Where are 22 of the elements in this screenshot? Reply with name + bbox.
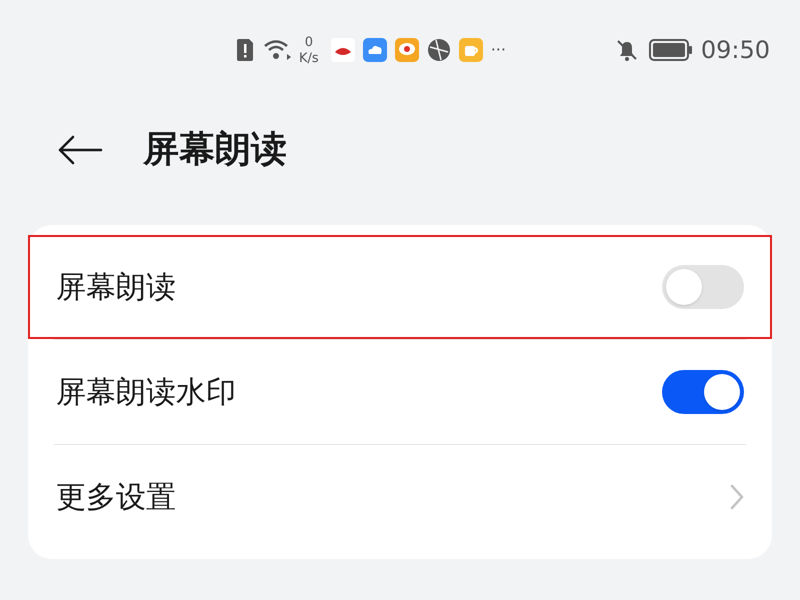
- bell-off-icon: [614, 38, 639, 62]
- setting-label: 更多设置: [56, 478, 176, 516]
- wifi-icon: [263, 38, 293, 62]
- cup-app-icon: [458, 38, 483, 62]
- sim-alert-icon: [235, 38, 255, 62]
- setting-row[interactable]: 更多设置: [28, 445, 772, 549]
- setting-label: 屏幕朗读: [56, 268, 176, 306]
- battery-icon: [648, 39, 693, 61]
- chevron-right-icon: [730, 484, 744, 510]
- page-title: 屏幕朗读: [143, 128, 287, 172]
- eye-app-icon: [394, 38, 419, 62]
- setting-label: 屏幕朗读水印: [56, 374, 236, 412]
- toggle-switch[interactable]: [662, 265, 744, 309]
- app-icon: [330, 38, 355, 62]
- setting-row[interactable]: 屏幕朗读: [28, 235, 772, 339]
- network-speed-unit: K/s: [299, 52, 319, 64]
- network-speed-value: 0: [304, 36, 313, 48]
- toggle-switch[interactable]: [662, 370, 744, 414]
- cloud-app-icon: [362, 38, 387, 62]
- more-notifications: ···: [490, 39, 506, 61]
- setting-row[interactable]: 屏幕朗读水印: [28, 340, 772, 444]
- clock-time: 09:50: [700, 35, 770, 66]
